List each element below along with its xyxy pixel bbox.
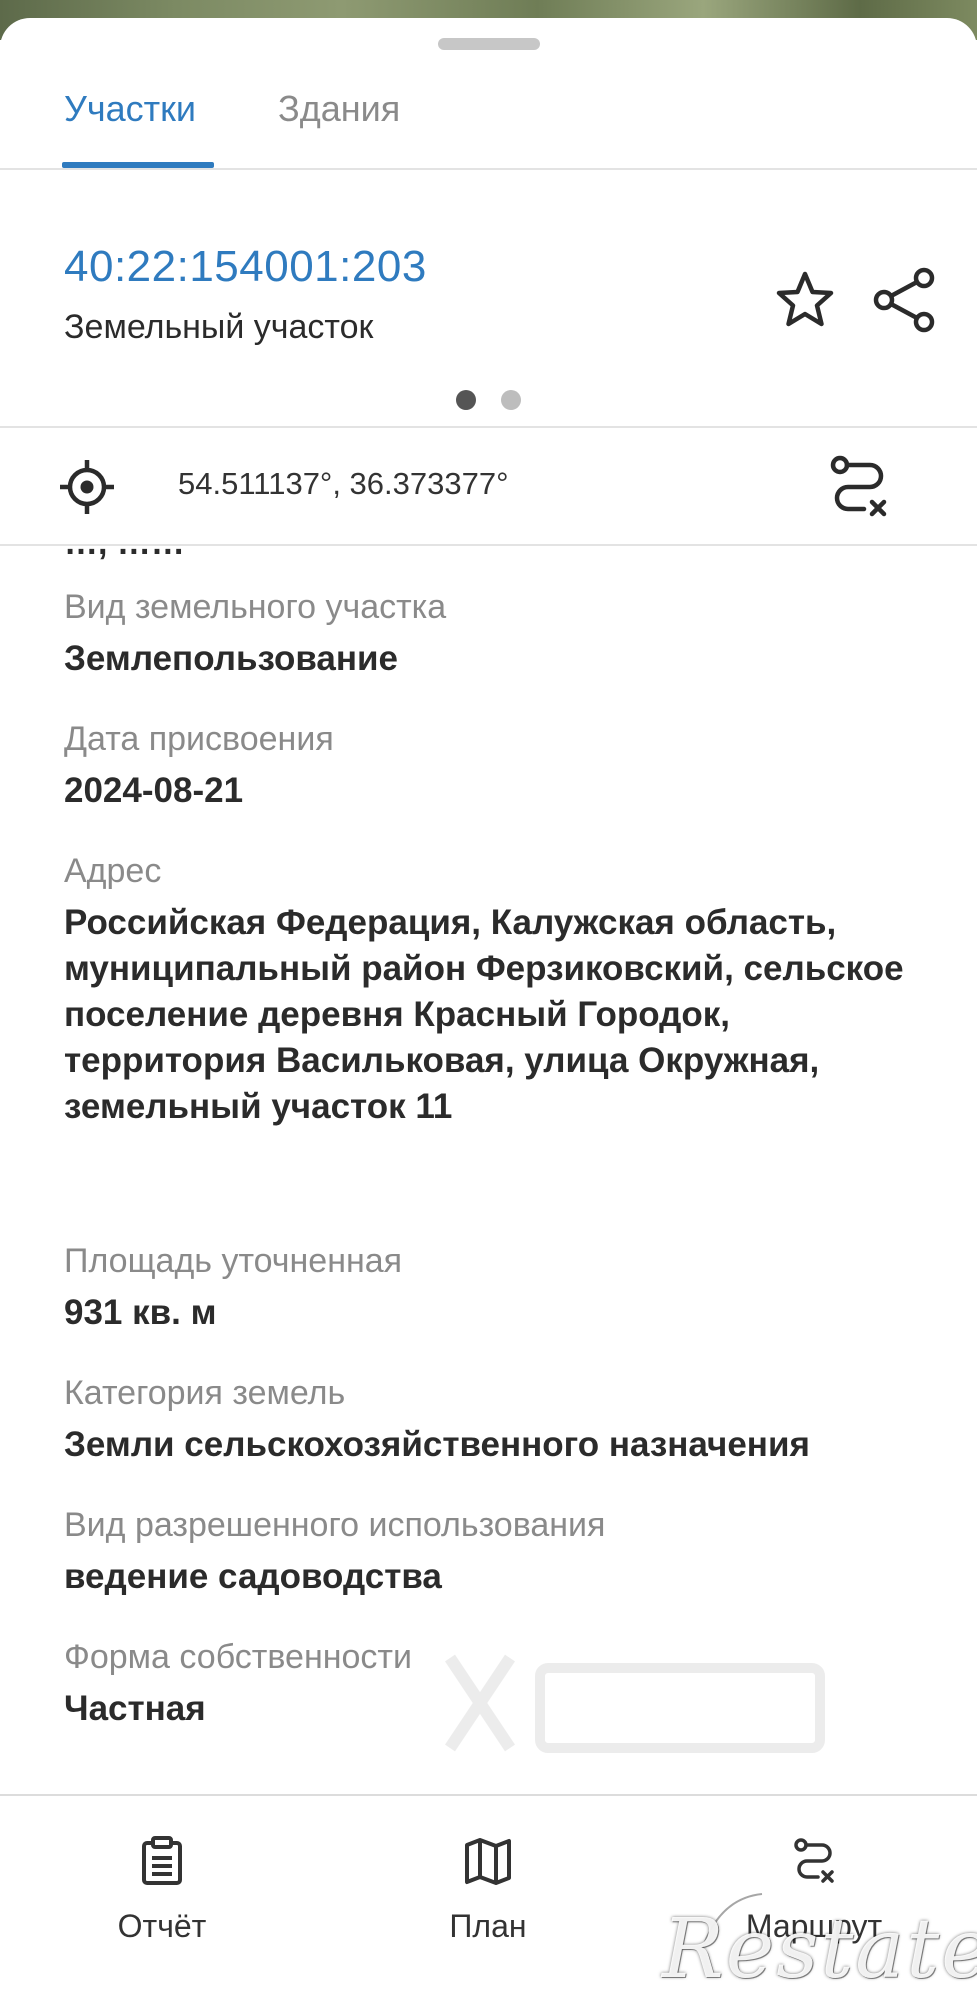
route-icon [830,455,887,517]
field-label: Категория земель [64,1374,346,1412]
field-value: 2024-08-21 [64,771,244,810]
tab-plots[interactable]: Участки [64,88,196,130]
field-address: Адрес Российская Федерация, Калужская об… [64,850,934,1130]
watermark-logo-icon [445,1654,825,1753]
tab-bar: Участки Здания [0,58,977,170]
sheet-drag-handle[interactable] [438,38,540,50]
carousel-dots [0,390,977,410]
crosshair-icon [60,460,114,514]
field-assignment-date: Дата присвоения 2024-08-21 [64,718,934,814]
field-label: Площадь уточненная [64,1242,403,1280]
field-area: Площадь уточненная 931 кв. м [64,1240,934,1336]
field-value: Российская Федерация, Калужская область,… [64,903,904,1126]
favorite-button[interactable] [770,266,840,336]
star-icon [776,271,834,327]
field-label: Вид разрешенного использования [64,1506,606,1544]
watermark-restate: Restate [662,1902,977,1997]
field-land-category: Категория земель Земли сельскохозяйствен… [64,1372,934,1468]
carousel-dot[interactable] [501,390,521,410]
route-icon [794,1838,834,1883]
nav-plan-label: План [449,1908,527,1944]
object-header: 40:22:154001:203 Земельный участок [0,170,977,428]
details-list[interactable]: …, …… Вид земельного участка Землепользо… [0,546,977,1806]
route-button[interactable] [824,452,894,522]
coordinates-text[interactable]: 54.511137°, 36.373377° [178,466,509,502]
tab-buildings[interactable]: Здания [278,88,400,130]
map-icon [465,1838,511,1885]
carousel-dot-active[interactable] [456,390,476,410]
field-value: ведение садоводства [64,1557,442,1596]
field-label: Вид земельного участка [64,588,447,626]
coordinates-bar: 54.511137°, 36.373377° [0,428,977,546]
field-value: Землепользование [64,639,399,678]
field-label: Адрес [64,852,162,890]
field-label: Дата присвоения [64,720,334,758]
nav-plan[interactable]: План [388,1816,588,1966]
bottom-sheet: Участки Здания 40:22:154001:203 Земельны… [0,18,977,2000]
field-value: 931 кв. м [64,1293,217,1332]
scrolled-off-text: …, …… [64,546,185,563]
field-plot-kind: Вид земельного участка Землепользование [64,586,934,682]
locate-button[interactable] [58,458,116,516]
share-button[interactable] [868,264,940,336]
object-type: Земельный участок [64,308,374,346]
nav-report[interactable]: Отчёт [62,1816,262,1966]
clipboard-icon [142,1836,182,1885]
active-tab-indicator [62,162,214,168]
cadastral-number[interactable]: 40:22:154001:203 [64,242,427,292]
nav-report-label: Отчёт [117,1908,207,1944]
share-icon [873,267,935,333]
field-value: Земли сельскохозяйственного назначения [64,1425,810,1464]
field-permitted-use: Вид разрешенного использования ведение с… [64,1504,934,1600]
